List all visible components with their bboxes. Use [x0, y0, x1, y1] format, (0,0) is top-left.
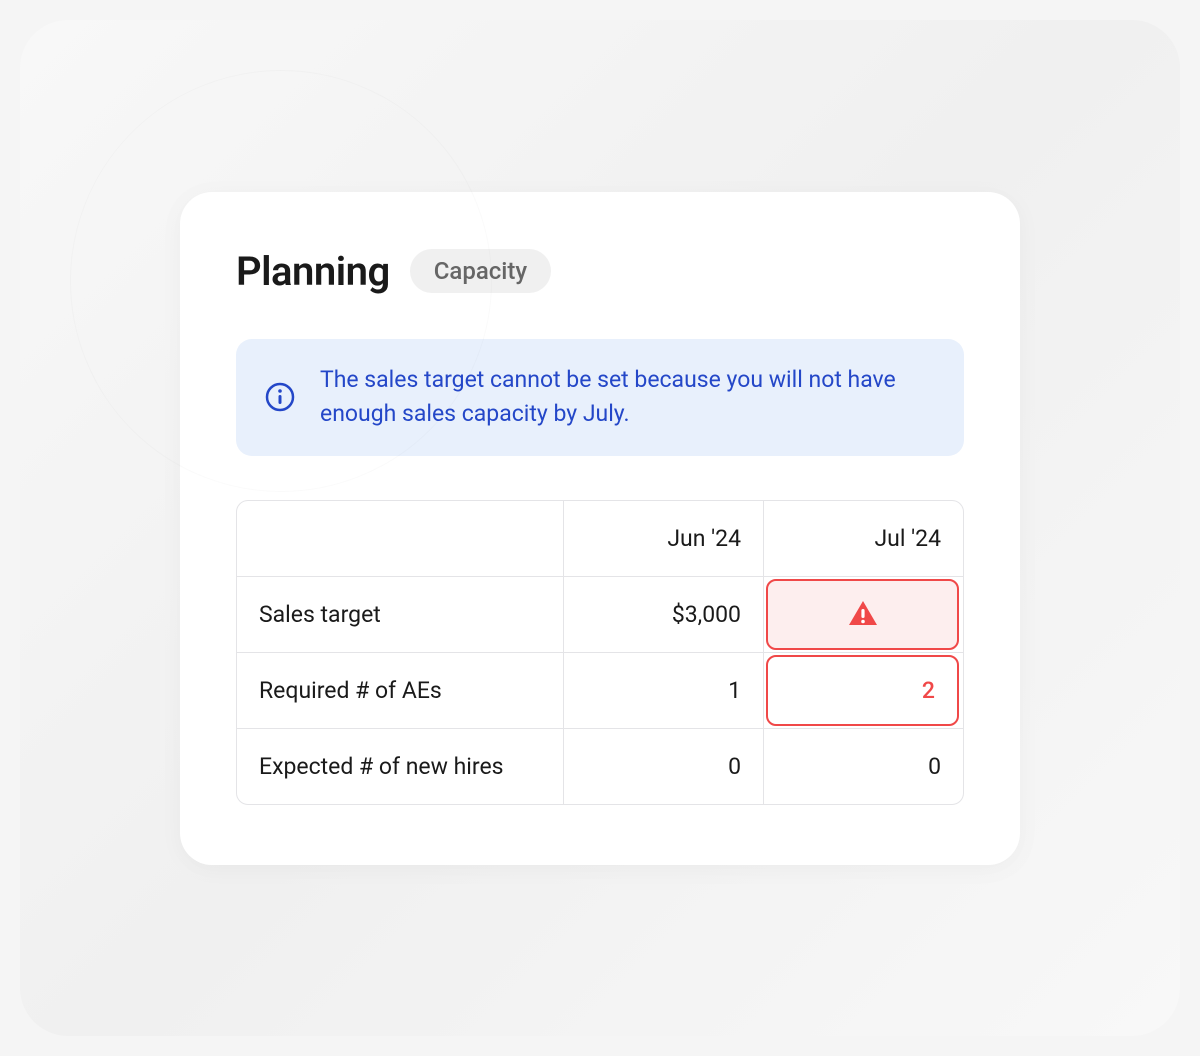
sales-target-jul[interactable] — [763, 577, 963, 652]
planning-card: Planning Capacity The sales target canno… — [180, 192, 1020, 865]
table-row: Sales target $3,000 — [237, 577, 963, 653]
table-row: Required # of AEs 1 2 — [237, 653, 963, 729]
page-title: Planning — [236, 248, 390, 295]
row-label-required-aes: Required # of AEs — [237, 653, 563, 728]
required-aes-jun[interactable]: 1 — [563, 653, 763, 728]
card-header: Planning Capacity — [236, 248, 964, 295]
capacity-table: Jun '24 Jul '24 Sales target $3,000 — [236, 500, 964, 805]
expected-hires-jun[interactable]: 0 — [563, 729, 763, 804]
table-header-row: Jun '24 Jul '24 — [237, 501, 963, 577]
column-header-jul: Jul '24 — [763, 501, 963, 576]
column-header-jun: Jun '24 — [563, 501, 763, 576]
outer-container: Planning Capacity The sales target canno… — [20, 20, 1180, 1036]
alert-message: The sales target cannot be set because y… — [320, 363, 936, 432]
row-label-sales-target: Sales target — [237, 577, 563, 652]
sales-target-jun[interactable]: $3,000 — [563, 577, 763, 652]
capacity-badge: Capacity — [410, 249, 551, 293]
table-header-empty — [237, 501, 563, 576]
error-cell-warning[interactable] — [766, 579, 959, 650]
required-aes-jul[interactable]: 2 — [763, 653, 963, 728]
row-label-expected-hires: Expected # of new hires — [237, 729, 563, 804]
info-icon — [264, 381, 296, 413]
table-row: Expected # of new hires 0 0 — [237, 729, 963, 804]
warning-triangle-icon — [846, 597, 880, 631]
expected-hires-jul[interactable]: 0 — [763, 729, 963, 804]
error-cell-value[interactable]: 2 — [766, 655, 959, 726]
info-alert: The sales target cannot be set because y… — [236, 339, 964, 456]
